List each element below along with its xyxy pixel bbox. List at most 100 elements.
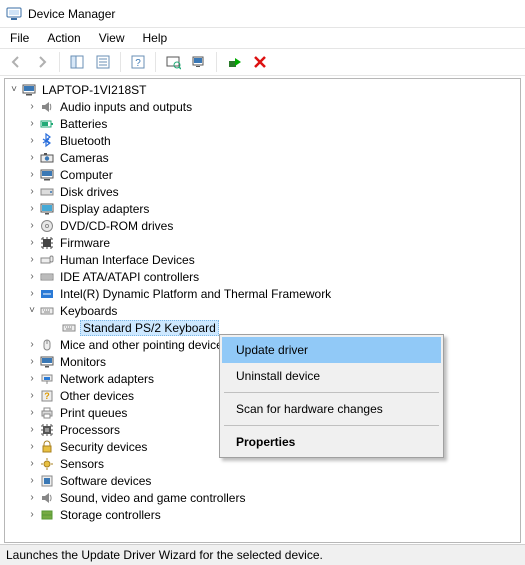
tree-item-keyboards[interactable]: ˅ Keyboards (7, 302, 520, 319)
update-driver-button[interactable] (187, 50, 211, 74)
collapse-icon[interactable]: ˅ (25, 306, 39, 316)
separator (224, 392, 439, 393)
expand-icon[interactable]: › (25, 221, 39, 231)
menu-uninstall-device[interactable]: Uninstall device (222, 363, 441, 389)
tree-item-intel[interactable]: › Intel(R) Dynamic Platform and Thermal … (7, 285, 520, 302)
keyboard-icon (39, 303, 55, 319)
expand-icon[interactable]: › (25, 187, 39, 197)
expand-icon[interactable]: › (25, 170, 39, 180)
separator (59, 52, 60, 72)
menu-properties[interactable]: Properties (222, 429, 441, 455)
expand-icon[interactable]: › (25, 510, 39, 520)
tree-item-cameras[interactable]: › Cameras (7, 149, 520, 166)
menu-view[interactable]: View (91, 29, 133, 47)
tree-item-disk[interactable]: › Disk drives (7, 183, 520, 200)
expand-icon[interactable]: › (25, 340, 39, 350)
help-button[interactable]: ? (126, 50, 150, 74)
separator (224, 425, 439, 426)
tree-item-software[interactable]: › Software devices (7, 472, 520, 489)
expand-icon[interactable]: › (25, 102, 39, 112)
menu-file[interactable]: File (2, 29, 37, 47)
expand-icon[interactable]: › (25, 289, 39, 299)
tree-item-label: Bluetooth (58, 134, 113, 148)
expand-icon[interactable]: › (25, 374, 39, 384)
show-hide-tree-button[interactable] (65, 50, 89, 74)
keyboard-icon (61, 320, 77, 336)
forward-button[interactable] (30, 50, 54, 74)
expand-icon[interactable]: › (25, 493, 39, 503)
menubar: File Action View Help (0, 28, 525, 48)
menu-scan-hardware[interactable]: Scan for hardware changes (222, 396, 441, 422)
tree-item-label: Firmware (58, 236, 112, 250)
bluetooth-icon (39, 133, 55, 149)
tree-item-dvd[interactable]: › DVD/CD-ROM drives (7, 217, 520, 234)
tree-item-label: Batteries (58, 117, 109, 131)
context-menu: Update driver Uninstall device Scan for … (219, 334, 444, 458)
expand-icon[interactable]: › (25, 204, 39, 214)
svg-text:?: ? (44, 391, 50, 401)
tree-item-sound[interactable]: › Sound, video and game controllers (7, 489, 520, 506)
menu-update-driver[interactable]: Update driver (222, 337, 441, 363)
pc-icon (39, 167, 55, 183)
expand-icon[interactable]: › (25, 272, 39, 282)
tree-item-label: Other devices (58, 389, 136, 403)
expand-icon[interactable]: › (25, 476, 39, 486)
intel-icon (39, 286, 55, 302)
tree-item-label: Computer (58, 168, 115, 182)
properties-button[interactable] (91, 50, 115, 74)
tree-item-display[interactable]: › Display adapters (7, 200, 520, 217)
expand-icon[interactable]: › (25, 119, 39, 129)
sound-icon (39, 490, 55, 506)
device-tree[interactable]: ˅ LAPTOP-1VI218ST › Audio inputs and out… (4, 78, 521, 543)
expand-icon[interactable]: › (25, 136, 39, 146)
storage-icon (39, 507, 55, 523)
uninstall-device-button[interactable] (248, 50, 272, 74)
expand-icon[interactable]: › (25, 459, 39, 469)
tree-item-label: Disk drives (58, 185, 121, 199)
tree-item-label: Intel(R) Dynamic Platform and Thermal Fr… (58, 287, 333, 301)
tree-item-label: IDE ATA/ATAPI controllers (58, 270, 201, 284)
display-icon (39, 201, 55, 217)
hid-icon (39, 252, 55, 268)
tree-item-label: Security devices (58, 440, 149, 454)
tree-item-label: Storage controllers (58, 508, 163, 522)
back-button[interactable] (4, 50, 28, 74)
speaker-icon (39, 99, 55, 115)
security-icon (39, 439, 55, 455)
tree-item-label: Print queues (58, 406, 129, 420)
tree-item-batteries[interactable]: › Batteries (7, 115, 520, 132)
tree-item-label: Human Interface Devices (58, 253, 197, 267)
network-icon (39, 371, 55, 387)
tree-item-label: Software devices (58, 474, 153, 488)
expand-icon[interactable]: › (25, 357, 39, 367)
tree-item-storage[interactable]: › Storage controllers (7, 506, 520, 523)
printer-icon (39, 405, 55, 421)
tree-item-audio[interactable]: › Audio inputs and outputs (7, 98, 520, 115)
expand-icon[interactable]: › (25, 255, 39, 265)
scan-hardware-button[interactable] (161, 50, 185, 74)
expand-icon[interactable]: › (25, 442, 39, 452)
tree-item-firmware[interactable]: › Firmware (7, 234, 520, 251)
menu-action[interactable]: Action (39, 29, 88, 47)
separator (120, 52, 121, 72)
expand-icon[interactable]: › (25, 238, 39, 248)
tree-item-bluetooth[interactable]: › Bluetooth (7, 132, 520, 149)
sensor-icon (39, 456, 55, 472)
expand-icon[interactable]: › (25, 391, 39, 401)
menu-help[interactable]: Help (135, 29, 176, 47)
tree-item-computer[interactable]: › Computer (7, 166, 520, 183)
chip-icon (39, 235, 55, 251)
titlebar: Device Manager (0, 0, 525, 28)
tree-root[interactable]: ˅ LAPTOP-1VI218ST (7, 81, 520, 98)
expand-icon[interactable]: › (25, 408, 39, 418)
tree-item-label: DVD/CD-ROM drives (58, 219, 175, 233)
expand-icon[interactable]: ˅ (7, 85, 21, 95)
tree-item-ide[interactable]: › IDE ATA/ATAPI controllers (7, 268, 520, 285)
tree-item-hid[interactable]: › Human Interface Devices (7, 251, 520, 268)
camera-icon (39, 150, 55, 166)
cpu-icon (39, 422, 55, 438)
computer-icon (21, 82, 37, 98)
enable-device-button[interactable] (222, 50, 246, 74)
expand-icon[interactable]: › (25, 153, 39, 163)
expand-icon[interactable]: › (25, 425, 39, 435)
